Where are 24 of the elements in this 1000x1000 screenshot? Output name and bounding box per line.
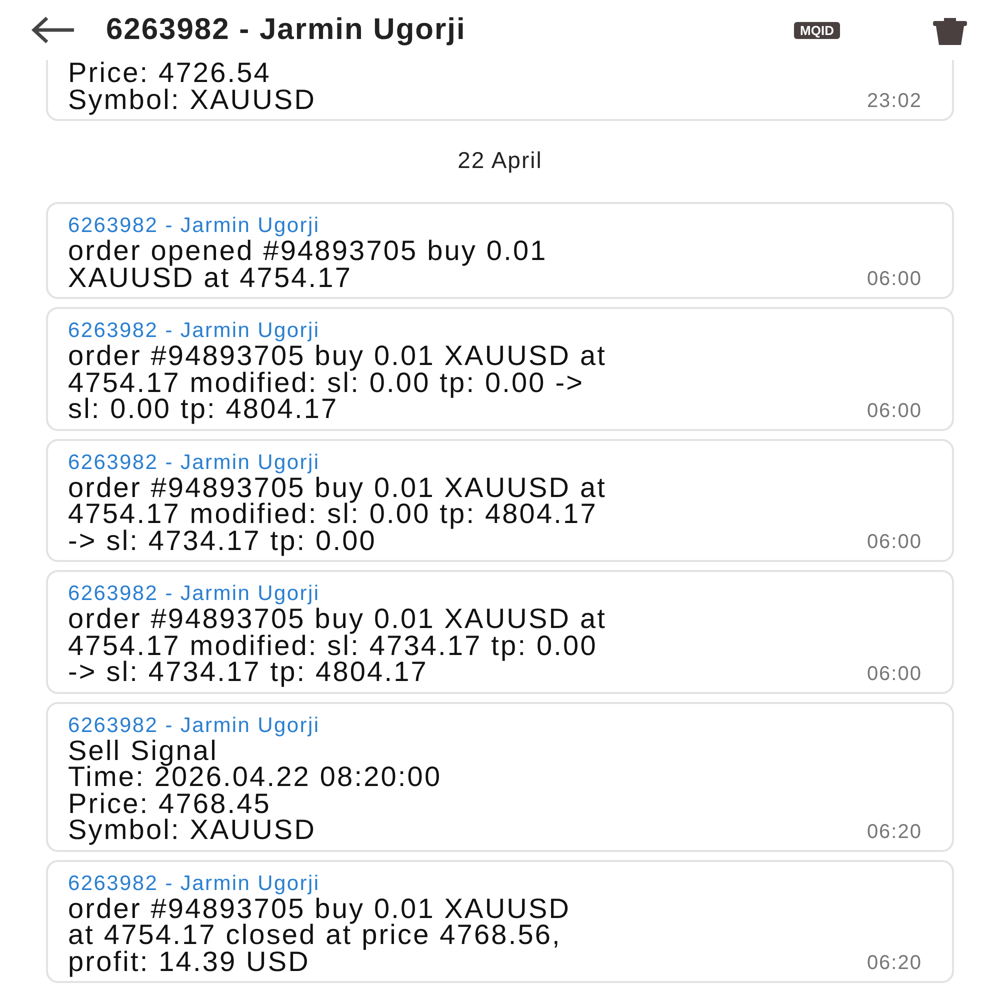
back-arrow-icon[interactable] [30, 15, 76, 45]
sender-name: 6263982 - Jarmin Ugorji [68, 450, 321, 474]
message-time: 06:00 [866, 400, 922, 422]
message-text: order #94893705 buy 0.01 XAUUSD at 4754.17 modified: sl: 4734.17 tp: 0.00 -> sl: 4734.17 tp: 4804.17 [68, 606, 606, 686]
sender-name: 6263982 - Jarmin Ugorji [68, 214, 321, 238]
message-text: order opened #94893705 buy 0.01 XAUUSD at 4754.17 [68, 238, 548, 291]
sender-name: 6263982 - Jarmin Ugorji [68, 582, 321, 606]
message-time: 06:00 [866, 531, 922, 554]
sender-name: 6263982 - Jarmin Ugorji [68, 714, 321, 738]
mqid-badge[interactable]: MQID [794, 22, 840, 38]
message-time: 06:20 [866, 820, 922, 844]
message-text: order #94893705 buy 0.01 XAUUSD at 4754.17 closed at price 4768.56, profit: 14.39 USD [68, 896, 571, 975]
sender-name: 6263982 - Jarmin Ugorji [68, 872, 321, 896]
message-text: order #94893705 buy 0.01 XAUUSD at 4754.17 modified: sl: 0.00 tp: 0.00 -> sl: 0.00 tp: 4804.17 [68, 343, 606, 422]
sender-name: 6263982 - Jarmin Ugorji [68, 319, 321, 343]
message-time: 06:00 [866, 662, 922, 686]
message-text: Price: 4726.54 Symbol: XAUUSD [68, 60, 316, 113]
date-separator: 22 April [458, 147, 542, 174]
chat-title: 6263982 - Jarmin Ugorji [106, 13, 467, 47]
message-time: 06:00 [866, 268, 922, 291]
message-time: 06:20 [866, 952, 922, 975]
message-time: 23:02 [866, 90, 922, 113]
message-text: order #94893705 buy 0.01 XAUUSD at 4754.17 modified: sl: 0.00 tp: 4804.17 -> sl: 4734.17 tp: 0.00 [68, 474, 606, 554]
message-text: Sell Signal Time: 2026.04.22 08:20:00 Price: 4768.45 Symbol: XAUUSD [68, 738, 442, 844]
